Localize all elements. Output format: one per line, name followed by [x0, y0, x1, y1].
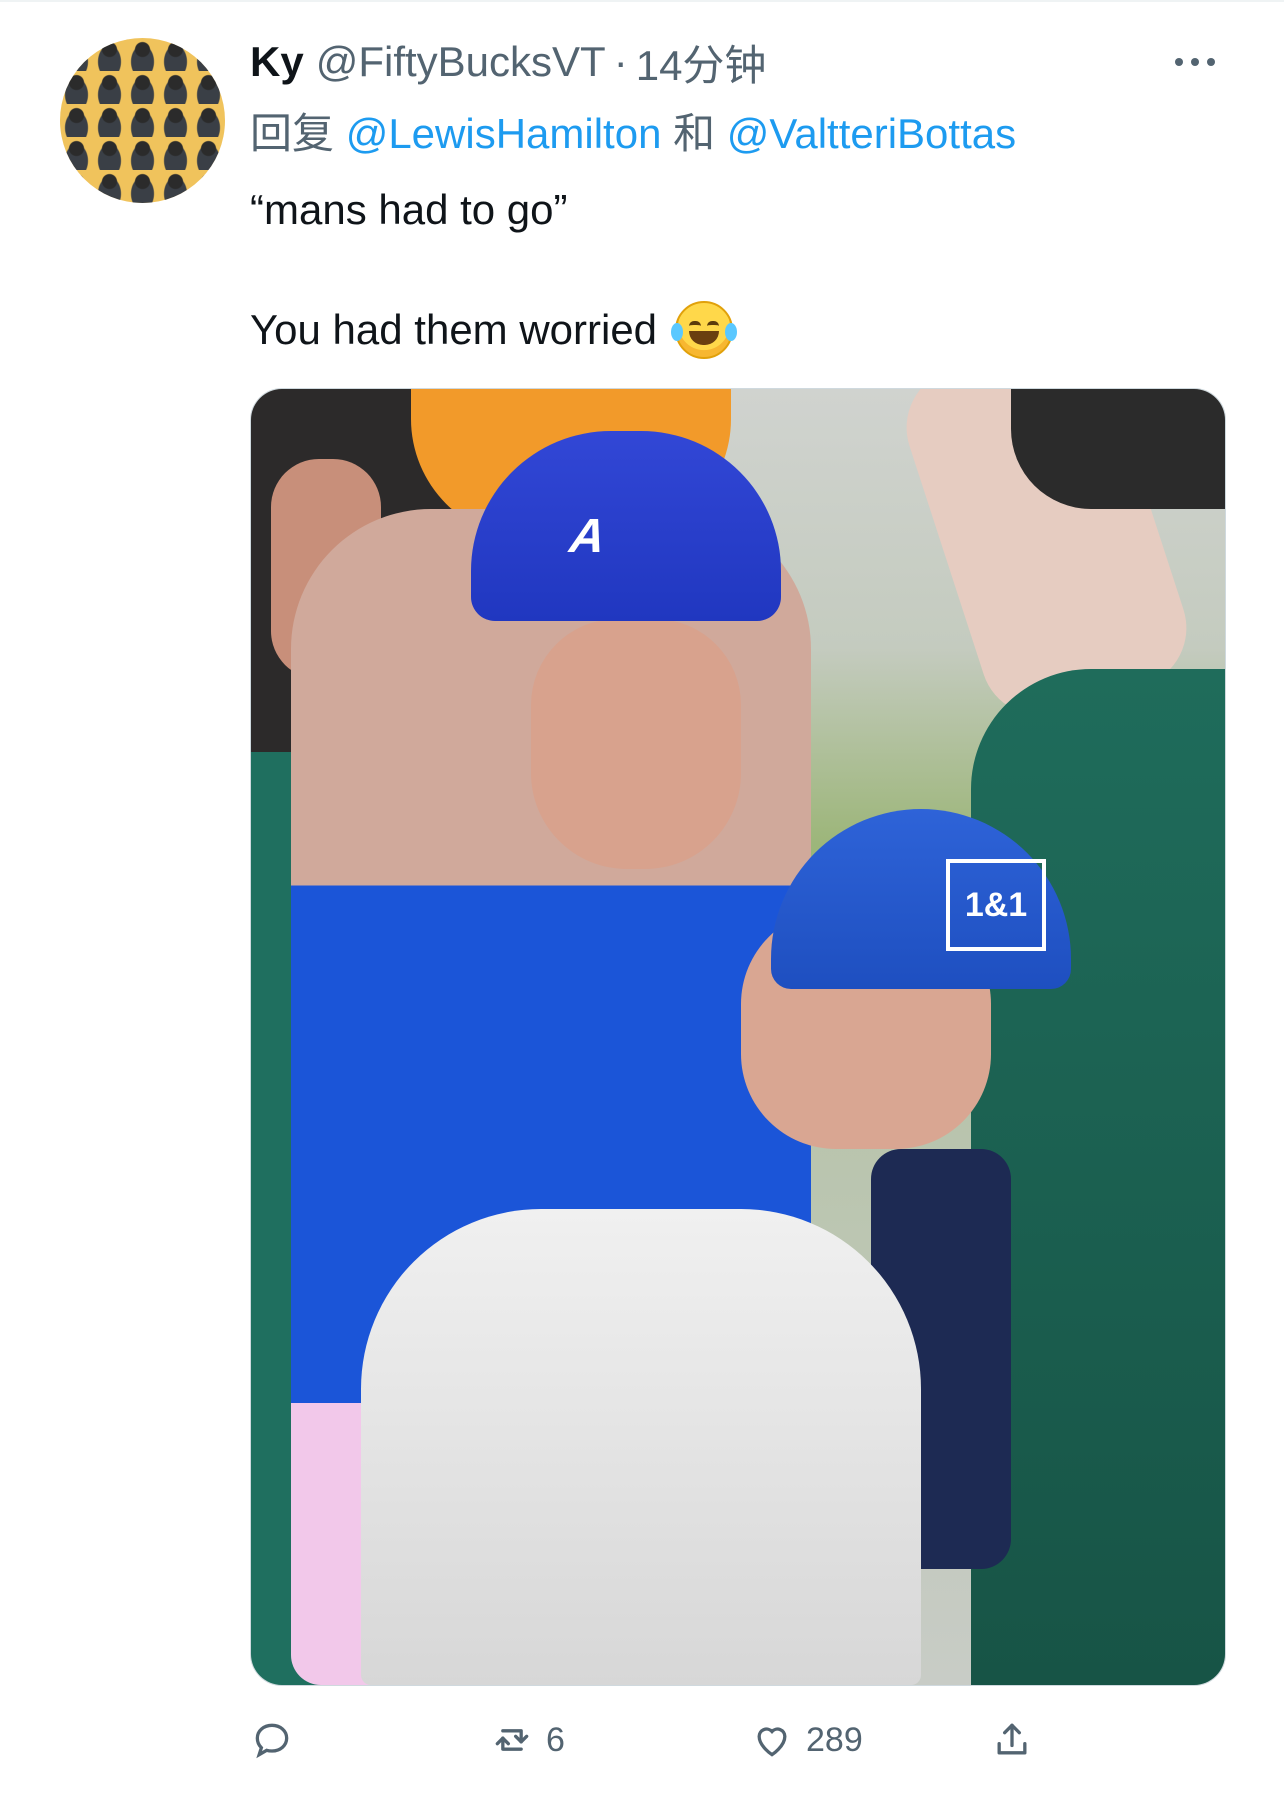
reply-user-link[interactable]: @ValtteriBottas — [727, 110, 1016, 157]
more-dot — [1207, 58, 1215, 66]
mouth-shape — [689, 331, 720, 345]
tweet-text-line-1: “mans had to go” — [250, 186, 568, 233]
tweet-text-line-2: You had them worried — [250, 306, 658, 353]
heart-icon — [750, 1718, 794, 1762]
more-options-icon[interactable] — [1175, 52, 1225, 72]
share-icon — [990, 1718, 1034, 1762]
tweet-header: Ky @FiftyBucksVT · 14分钟 — [250, 32, 766, 92]
main-face-shape — [531, 619, 741, 869]
reply-context: 回复 @LewisHamilton 和 @ValtteriBottas — [250, 100, 1016, 161]
more-dot — [1175, 58, 1183, 66]
white-shirt-person-shape — [361, 1209, 921, 1685]
reply-prefix: 回复 — [250, 110, 335, 157]
tweet-actions: 6 289 — [250, 1718, 1224, 1766]
top-divider — [0, 0, 1284, 2]
reply-joiner: 和 — [673, 110, 716, 157]
reply-user-link[interactable]: @LewisHamilton — [346, 110, 662, 157]
dark-cap-shape — [1011, 389, 1225, 509]
retweet-button[interactable]: 6 — [490, 1718, 565, 1762]
cap-badge: 1&1 — [946, 859, 1046, 951]
like-count: 289 — [806, 1720, 863, 1759]
reply-icon — [250, 1718, 294, 1762]
author-handle[interactable]: @FiftyBucksVT — [316, 38, 606, 86]
tweet-text-line-2-wrap: You had them worried — [250, 300, 738, 360]
author-name[interactable]: Ky — [250, 38, 304, 86]
reply-button[interactable] — [250, 1718, 306, 1762]
like-button[interactable]: 289 — [750, 1718, 863, 1762]
more-dot — [1191, 58, 1199, 66]
tear-icon — [671, 323, 684, 341]
tweet-image[interactable]: A 1&1 — [250, 388, 1226, 1686]
avatar-pattern — [60, 38, 225, 203]
retweet-count: 6 — [546, 1720, 565, 1759]
tear-icon — [725, 323, 738, 341]
tweet-time[interactable]: 14分钟 — [636, 32, 767, 93]
retweet-icon — [490, 1718, 534, 1762]
share-button[interactable] — [990, 1718, 1046, 1762]
avatar[interactable] — [60, 38, 225, 203]
face-with-tears-of-joy-icon — [671, 301, 738, 359]
cap-logo: A — [562, 510, 615, 563]
header-separator: · — [613, 38, 628, 85]
